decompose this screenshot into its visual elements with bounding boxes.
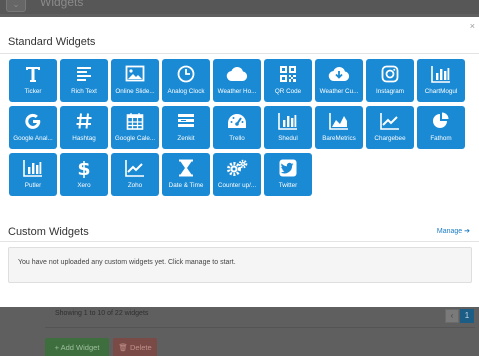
- area-chart-icon: [329, 106, 349, 135]
- cloud-icon: [226, 59, 248, 88]
- widget-label: Shedul: [278, 135, 298, 142]
- widget-label: Twitter: [278, 182, 298, 189]
- bar-chart-icon: [278, 106, 298, 135]
- widgets-modal: × Standard Widgets Ticker Rich Text Online…: [0, 17, 479, 307]
- widget-tile-google-anal[interactable]: Google Anal...: [9, 106, 57, 149]
- widget-tile-instagram[interactable]: Instagram: [366, 59, 414, 102]
- widget-label: Putler: [24, 182, 42, 189]
- widget-grid: Ticker Rich Text Online Slide... Analog Clo…: [9, 59, 475, 196]
- instagram-icon: [381, 59, 399, 88]
- image-icon: [125, 59, 145, 88]
- widget-tile-analog-clock[interactable]: Analog Clock: [162, 59, 210, 102]
- add-widget-button: + Add Widget: [45, 338, 109, 356]
- page-title: Widgets: [40, 0, 84, 9]
- widget-label: Weather Cu...: [319, 88, 359, 95]
- widget-label: Google Cale...: [114, 135, 156, 142]
- rich-text-icon: [75, 59, 93, 88]
- divider: [45, 327, 475, 328]
- cloud-download-icon: [328, 59, 350, 88]
- widget-label: Hashtag: [72, 135, 96, 142]
- widget-label: Fathom: [430, 135, 452, 142]
- close-icon[interactable]: ×: [470, 21, 475, 31]
- widget-tile-date-time[interactable]: Date & Time: [162, 153, 210, 196]
- widget-tile-twitter[interactable]: Twitter: [264, 153, 312, 196]
- widget-tile-chargebee[interactable]: Chargebee: [366, 106, 414, 149]
- dashboard-icon: [227, 106, 247, 135]
- twitter-icon: [279, 153, 297, 182]
- pie-chart-icon: [432, 106, 450, 135]
- widget-tile-ticker[interactable]: Ticker: [9, 59, 57, 102]
- hashtag-icon: [75, 106, 93, 135]
- ticker-icon: [24, 59, 42, 88]
- widget-tile-chartmogul[interactable]: ChartMogul: [417, 59, 465, 102]
- widget-label: BareMetrics: [322, 135, 356, 142]
- hourglass-icon: [178, 153, 194, 182]
- widget-label: Zoho: [127, 182, 143, 189]
- widget-tile-xero[interactable]: $ Xero: [60, 153, 108, 196]
- clock-icon: [177, 59, 195, 88]
- gears-icon: [226, 153, 248, 182]
- google-icon: [24, 106, 42, 135]
- widget-label: Online Slide...: [115, 88, 155, 95]
- widget-tile-baremetrics[interactable]: BareMetrics: [315, 106, 363, 149]
- widget-label: Trello: [229, 135, 245, 142]
- delete-button: 🗑 Delete: [113, 338, 157, 356]
- widget-label: Xero: [77, 182, 91, 189]
- widget-label: Analog Clock: [167, 88, 205, 95]
- widget-tile-weather-ho[interactable]: Weather Ho...: [213, 59, 261, 102]
- widget-tile-counter-up[interactable]: Counter up/...: [213, 153, 261, 196]
- widget-tile-putler[interactable]: Putler: [9, 153, 57, 196]
- widget-tile-shedul[interactable]: Shedul: [264, 106, 312, 149]
- custom-widgets-title: Custom Widgets: [8, 226, 89, 238]
- calendar-icon: [126, 106, 144, 135]
- widget-tile-weather-cu[interactable]: Weather Cu...: [315, 59, 363, 102]
- widget-label: Rich Text: [71, 88, 97, 95]
- widget-label: ChartMogul: [424, 88, 458, 95]
- svg-text:$: $: [77, 158, 90, 178]
- bar-chart-icon: [23, 153, 43, 182]
- widget-tile-fathom[interactable]: Fathom: [417, 106, 465, 149]
- line-chart-icon: [380, 106, 400, 135]
- widget-label: Google Anal...: [13, 135, 53, 142]
- bar-chart-icon: [431, 59, 451, 88]
- standard-widgets-title: Standard Widgets: [8, 36, 96, 48]
- zenkit-icon: [177, 106, 195, 135]
- widget-label: Date & Time: [168, 182, 204, 189]
- pagination-info: Showing 1 to 10 of 22 widgets: [55, 310, 149, 317]
- widget-tile-rich-text[interactable]: Rich Text: [60, 59, 108, 102]
- widget-label: Chargebee: [374, 135, 406, 142]
- line-chart-icon: [125, 153, 145, 182]
- widget-label: Instagram: [376, 88, 404, 95]
- custom-widgets-panel: You have not uploaded any custom widgets…: [8, 247, 472, 283]
- divider: [0, 241, 479, 242]
- back-button: ⌄: [6, 0, 26, 12]
- widget-tile-trello[interactable]: Trello: [213, 106, 261, 149]
- manage-link[interactable]: Manage ➔: [437, 227, 470, 235]
- dollar-icon: $: [77, 153, 91, 182]
- widget-label: QR Code: [274, 88, 302, 95]
- widget-tile-google-cale[interactable]: Google Cale...: [111, 106, 159, 149]
- widget-label: Ticker: [24, 88, 42, 95]
- pager-prev-button: ‹: [445, 309, 459, 323]
- qr-code-icon: [279, 59, 297, 88]
- divider: [0, 53, 479, 54]
- widget-label: Zenkit: [177, 135, 195, 142]
- widget-tile-online-slide[interactable]: Online Slide...: [111, 59, 159, 102]
- widget-tile-zoho[interactable]: Zoho: [111, 153, 159, 196]
- widget-tile-hashtag[interactable]: Hashtag: [60, 106, 108, 149]
- widget-label: Counter up/...: [217, 182, 257, 189]
- custom-widgets-message: You have not uploaded any custom widgets…: [18, 259, 236, 266]
- pager-page-1: 1: [460, 309, 474, 323]
- widget-label: Weather Ho...: [217, 88, 257, 95]
- widget-tile-zenkit[interactable]: Zenkit: [162, 106, 210, 149]
- widget-tile-qr-code[interactable]: QR Code: [264, 59, 312, 102]
